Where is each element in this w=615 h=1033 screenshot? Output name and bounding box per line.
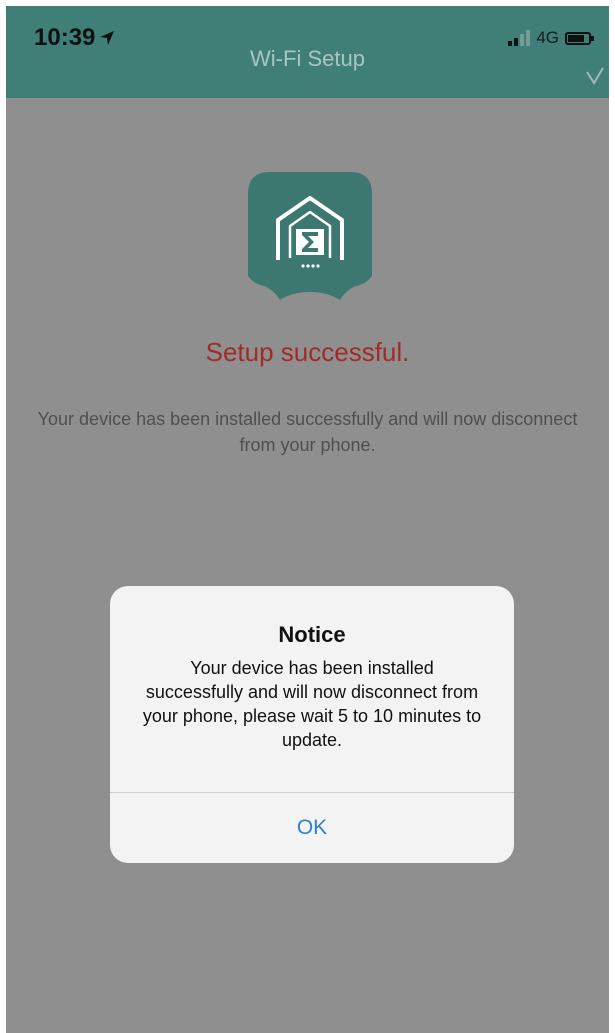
setup-description: Your device has been installed successfu… — [37, 409, 578, 455]
setup-success-heading: Setup successful. — [205, 337, 410, 367]
battery-icon — [565, 31, 594, 45]
signal-icon — [508, 30, 531, 46]
notice-dialog: Notice Your device has been installed su… — [110, 586, 514, 863]
app-logo-icon — [248, 172, 372, 300]
network-type: 4G — [536, 28, 559, 47]
location-arrow-icon — [100, 31, 115, 45]
nav-title: Wi-Fi Setup — [250, 46, 365, 71]
top-bar: 10:39 Wi-Fi Setup 4G — [6, 6, 609, 98]
dialog-title: Notice — [278, 622, 346, 647]
status-indicators: 4G — [508, 28, 594, 48]
phone-screen: 10:39 Wi-Fi Setup 4G Setup successful. Y… — [6, 6, 609, 1033]
ok-button[interactable]: OK — [110, 793, 514, 863]
checkmark-icon[interactable] — [585, 66, 605, 86]
dialog-message: Your device has been installed successfu… — [142, 658, 482, 750]
